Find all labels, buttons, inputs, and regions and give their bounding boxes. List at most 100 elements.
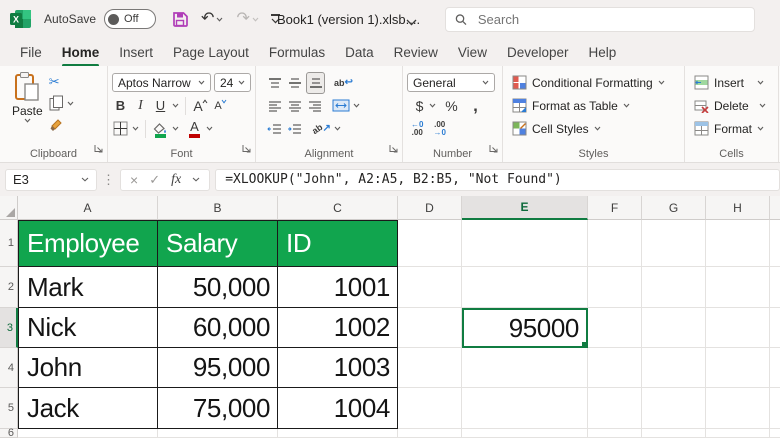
cell-D4[interactable] [398, 348, 462, 388]
delete-cells-button[interactable]: Delete [685, 94, 778, 117]
bold-button[interactable]: B [112, 96, 129, 116]
enter-button[interactable]: ✓ [149, 172, 160, 188]
document-title[interactable]: Book1 (version 1).xlsb.... [277, 0, 420, 38]
cell-E4[interactable] [462, 348, 588, 388]
cell-C2[interactable]: 1001 [278, 267, 398, 308]
select-all-button[interactable] [0, 196, 18, 220]
cell-G4[interactable] [642, 348, 706, 388]
align-top-button[interactable] [266, 73, 283, 93]
format-as-table-button[interactable]: Format as Table [503, 94, 684, 117]
chevron-down-icon[interactable] [334, 126, 341, 131]
cell-G1[interactable] [642, 220, 706, 267]
conditional-formatting-button[interactable]: Conditional Formatting [503, 71, 684, 94]
column-header-D[interactable]: D [398, 196, 462, 220]
align-bottom-button[interactable] [306, 71, 325, 94]
chevron-down-icon[interactable] [406, 13, 417, 31]
tab-data[interactable]: Data [335, 41, 384, 64]
undo-button[interactable]: ↶ [201, 11, 223, 27]
tab-view[interactable]: View [448, 41, 497, 64]
tab-home[interactable]: Home [52, 41, 110, 67]
cell-E2[interactable] [462, 267, 588, 308]
chevron-down-icon[interactable] [429, 103, 436, 108]
column-header-B[interactable]: B [158, 196, 278, 220]
chevron-down-icon[interactable] [132, 126, 139, 131]
alignment-dialog-launcher[interactable] [389, 140, 398, 158]
cell-F6[interactable] [588, 429, 642, 438]
italic-button[interactable]: I [132, 96, 149, 116]
fill-handle[interactable] [581, 341, 586, 346]
column-header-A[interactable]: A [18, 196, 158, 220]
chevron-down-icon[interactable] [172, 103, 179, 108]
cell-styles-button[interactable]: Cell Styles [503, 117, 684, 140]
cell-F3[interactable] [588, 308, 642, 348]
format-cells-button[interactable]: Format [685, 117, 778, 140]
cell-G5[interactable] [642, 388, 706, 429]
align-right-button[interactable] [306, 96, 323, 116]
clipboard-dialog-launcher[interactable] [94, 140, 103, 158]
column-header-F[interactable]: F [588, 196, 642, 220]
cell-D3[interactable] [398, 308, 462, 348]
increase-decimal-button[interactable]: ←0 .00 [411, 120, 423, 137]
cell-E6[interactable] [462, 429, 588, 438]
column-header-C[interactable]: C [278, 196, 398, 220]
align-middle-button[interactable] [286, 73, 303, 93]
font-color-button[interactable]: A [186, 119, 203, 139]
number-format-combo[interactable]: General [407, 73, 495, 92]
cell-A2[interactable]: Mark [18, 267, 158, 308]
tab-page-layout[interactable]: Page Layout [163, 41, 259, 64]
format-painter-button[interactable] [49, 115, 74, 133]
insert-cells-button[interactable]: Insert [685, 71, 778, 94]
cell-B6[interactable] [158, 429, 278, 438]
font-name-combo[interactable]: Aptos Narrow [112, 73, 211, 92]
cell-A6[interactable] [18, 429, 158, 438]
cell-F4[interactable] [588, 348, 642, 388]
cell-F1[interactable] [588, 220, 642, 267]
decrease-font-size-button[interactable]: A [212, 96, 229, 116]
row-header-5[interactable]: 5 [0, 388, 18, 429]
cell-E1[interactable] [462, 220, 588, 267]
cell-A1[interactable]: Employee [18, 220, 158, 267]
row-header-4[interactable]: 4 [0, 348, 18, 388]
cell-B5[interactable]: 75,000 [158, 388, 278, 429]
tab-developer[interactable]: Developer [497, 41, 579, 64]
cell-D6[interactable] [398, 429, 462, 438]
cell-A3[interactable]: Nick [18, 308, 158, 348]
cell-B1[interactable]: Salary [158, 220, 278, 267]
increase-font-size-button[interactable]: A [192, 96, 209, 116]
tab-formulas[interactable]: Formulas [259, 41, 335, 64]
formula-bar-handle-icon[interactable]: ⋮ [102, 172, 115, 188]
chevron-down-icon[interactable] [353, 103, 360, 108]
cell-C5[interactable]: 1004 [278, 388, 398, 429]
insert-function-button[interactable]: fx [171, 172, 181, 188]
cell-C4[interactable]: 1003 [278, 348, 398, 388]
cancel-button[interactable]: × [130, 172, 138, 188]
fill-color-button[interactable] [152, 119, 169, 139]
cell-D2[interactable] [398, 267, 462, 308]
align-center-button[interactable] [286, 96, 303, 116]
tab-review[interactable]: Review [384, 41, 448, 64]
tab-insert[interactable]: Insert [109, 41, 163, 64]
cell-A5[interactable]: Jack [18, 388, 158, 429]
cell-H3[interactable] [706, 308, 770, 348]
orientation-button[interactable]: ab ↗ [310, 119, 331, 139]
cell-C1[interactable]: ID [278, 220, 398, 267]
comma-format-button[interactable]: , [467, 96, 484, 116]
row-header-2[interactable]: 2 [0, 267, 18, 308]
cell-H6[interactable] [706, 429, 770, 438]
cell-G6[interactable] [642, 429, 706, 438]
name-box[interactable]: E3 [5, 168, 97, 191]
cell-H2[interactable] [706, 267, 770, 308]
cell-E5[interactable] [462, 388, 588, 429]
column-header-H[interactable]: H [706, 196, 770, 220]
cell-G2[interactable] [642, 267, 706, 308]
search-input[interactable] [475, 11, 745, 28]
cell-H5[interactable] [706, 388, 770, 429]
cell-G3[interactable] [642, 308, 706, 348]
cell-H4[interactable] [706, 348, 770, 388]
borders-button[interactable] [112, 119, 129, 139]
currency-format-button[interactable]: $ [411, 96, 428, 116]
font-size-combo[interactable]: 24 [214, 73, 251, 92]
redo-button[interactable]: ↷ [236, 11, 259, 27]
save-button[interactable] [172, 11, 188, 27]
cell-C6[interactable] [278, 429, 398, 438]
